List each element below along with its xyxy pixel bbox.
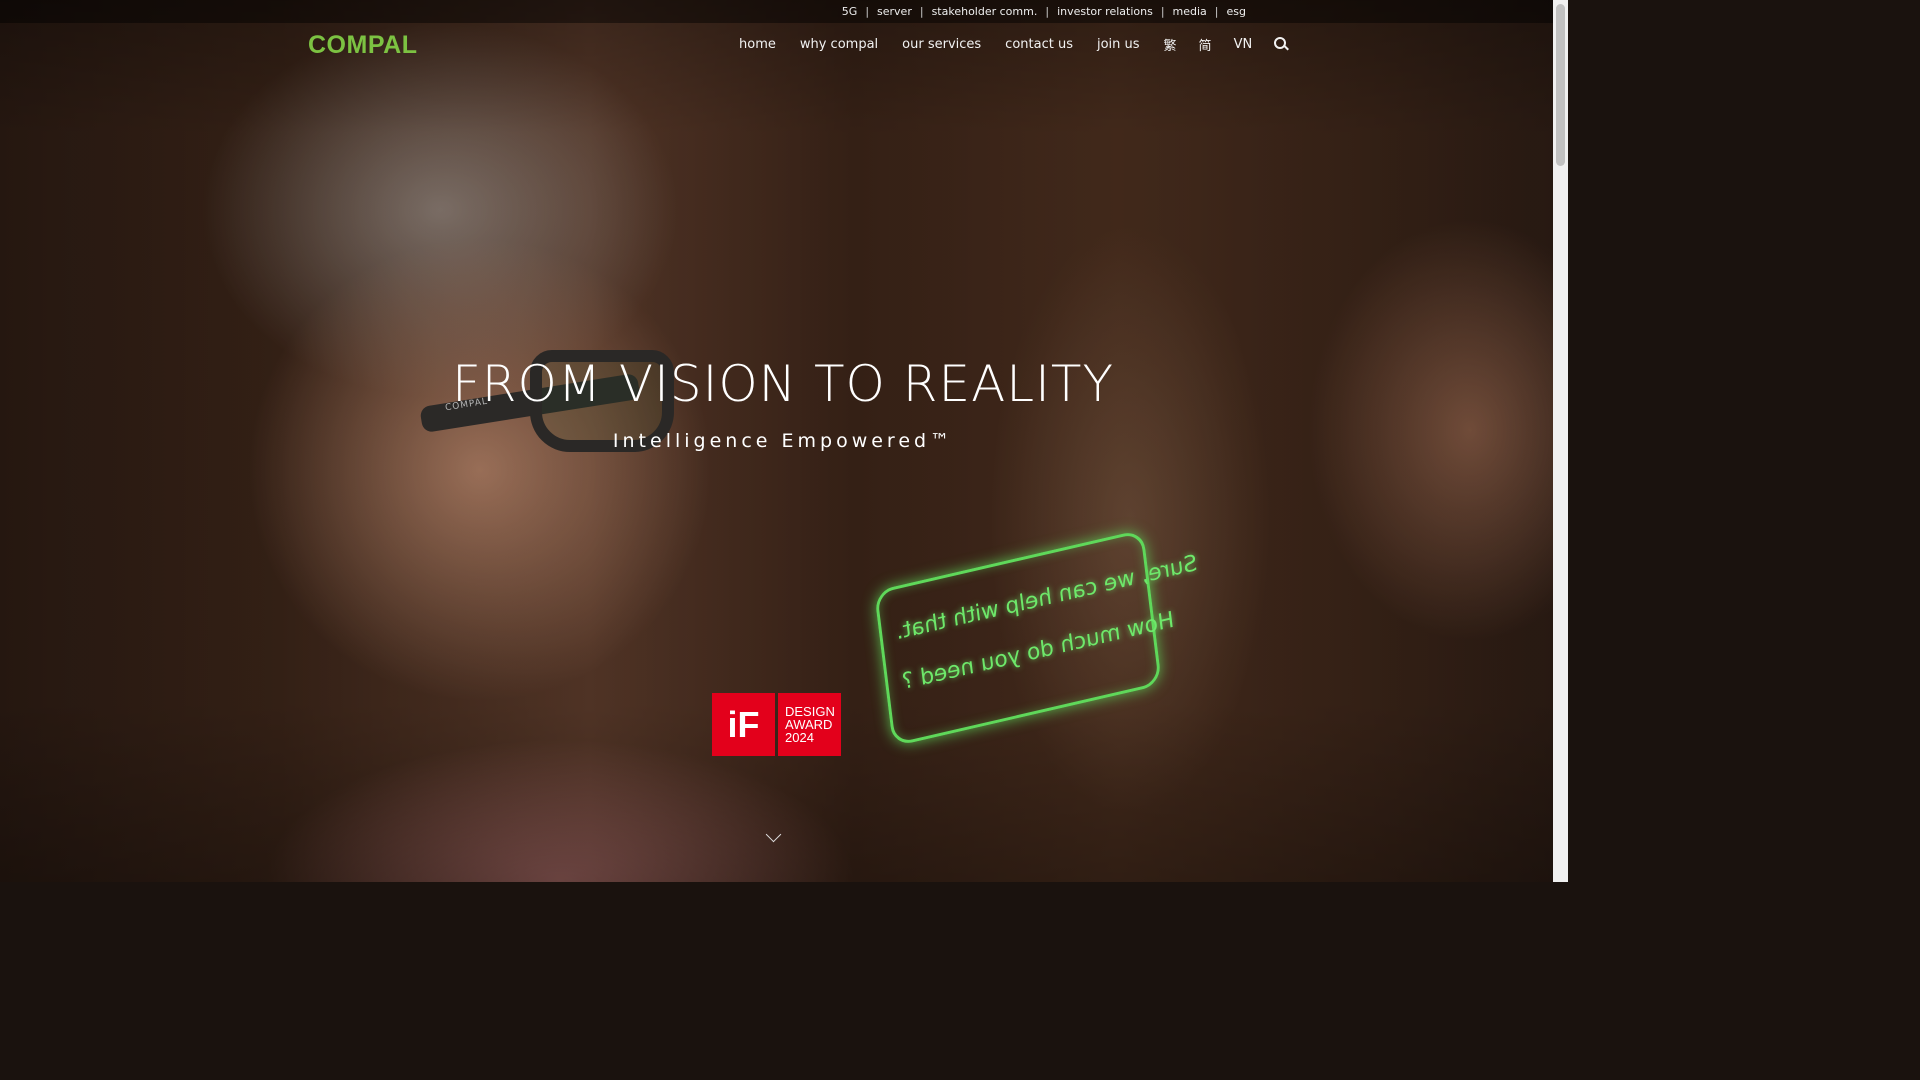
utility-link-investor-relations[interactable]: investor relations [1057, 5, 1153, 18]
scrollbar-thumb[interactable] [1556, 4, 1565, 166]
utility-links: 5G | server | stakeholder comm. | invest… [842, 5, 1246, 18]
hero-subheadline: Intelligence Empowered™ [612, 430, 954, 452]
utility-link-esg[interactable]: esg [1227, 5, 1246, 18]
nav-home[interactable]: home [739, 37, 776, 52]
utility-link-5g[interactable]: 5G [842, 5, 858, 18]
if-logo: iF [712, 693, 775, 756]
utility-link-media[interactable]: media [1173, 5, 1207, 18]
compal-logo[interactable]: COMPAL [308, 31, 417, 60]
utility-link-stakeholder[interactable]: stakeholder comm. [932, 5, 1038, 18]
nav-contact-us[interactable]: contact us [1005, 37, 1073, 52]
lang-traditional-chinese[interactable]: 繁 [1164, 35, 1177, 54]
separator: | [1214, 5, 1219, 18]
if-design-award-badge[interactable]: iF DESIGN AWARD 2024 [712, 693, 841, 756]
search-icon[interactable] [1274, 37, 1289, 52]
nav-our-services[interactable]: our services [902, 37, 981, 52]
hero-headline: FROM VISION TO REALITY [452, 355, 1114, 413]
separator: | [919, 5, 924, 18]
award-text: DESIGN AWARD 2024 [778, 693, 841, 756]
page: COMPAL 5G | server | stakeholder comm. |… [0, 0, 1568, 882]
utility-bar: 5G | server | stakeholder comm. | invest… [0, 0, 1553, 23]
award-line-year: 2024 [785, 730, 814, 745]
separator: | [865, 5, 870, 18]
nav-join-us[interactable]: join us [1097, 37, 1140, 52]
utility-link-server[interactable]: server [877, 5, 912, 18]
separator: | [1160, 5, 1165, 18]
separator: | [1045, 5, 1050, 18]
main-nav: home why compal our services contact us … [739, 35, 1289, 54]
scrollbar[interactable] [1553, 0, 1568, 882]
lang-vietnamese[interactable]: VN [1234, 37, 1253, 52]
lang-simplified-chinese[interactable]: 简 [1199, 35, 1212, 54]
nav-why-compal[interactable]: why compal [800, 37, 878, 52]
